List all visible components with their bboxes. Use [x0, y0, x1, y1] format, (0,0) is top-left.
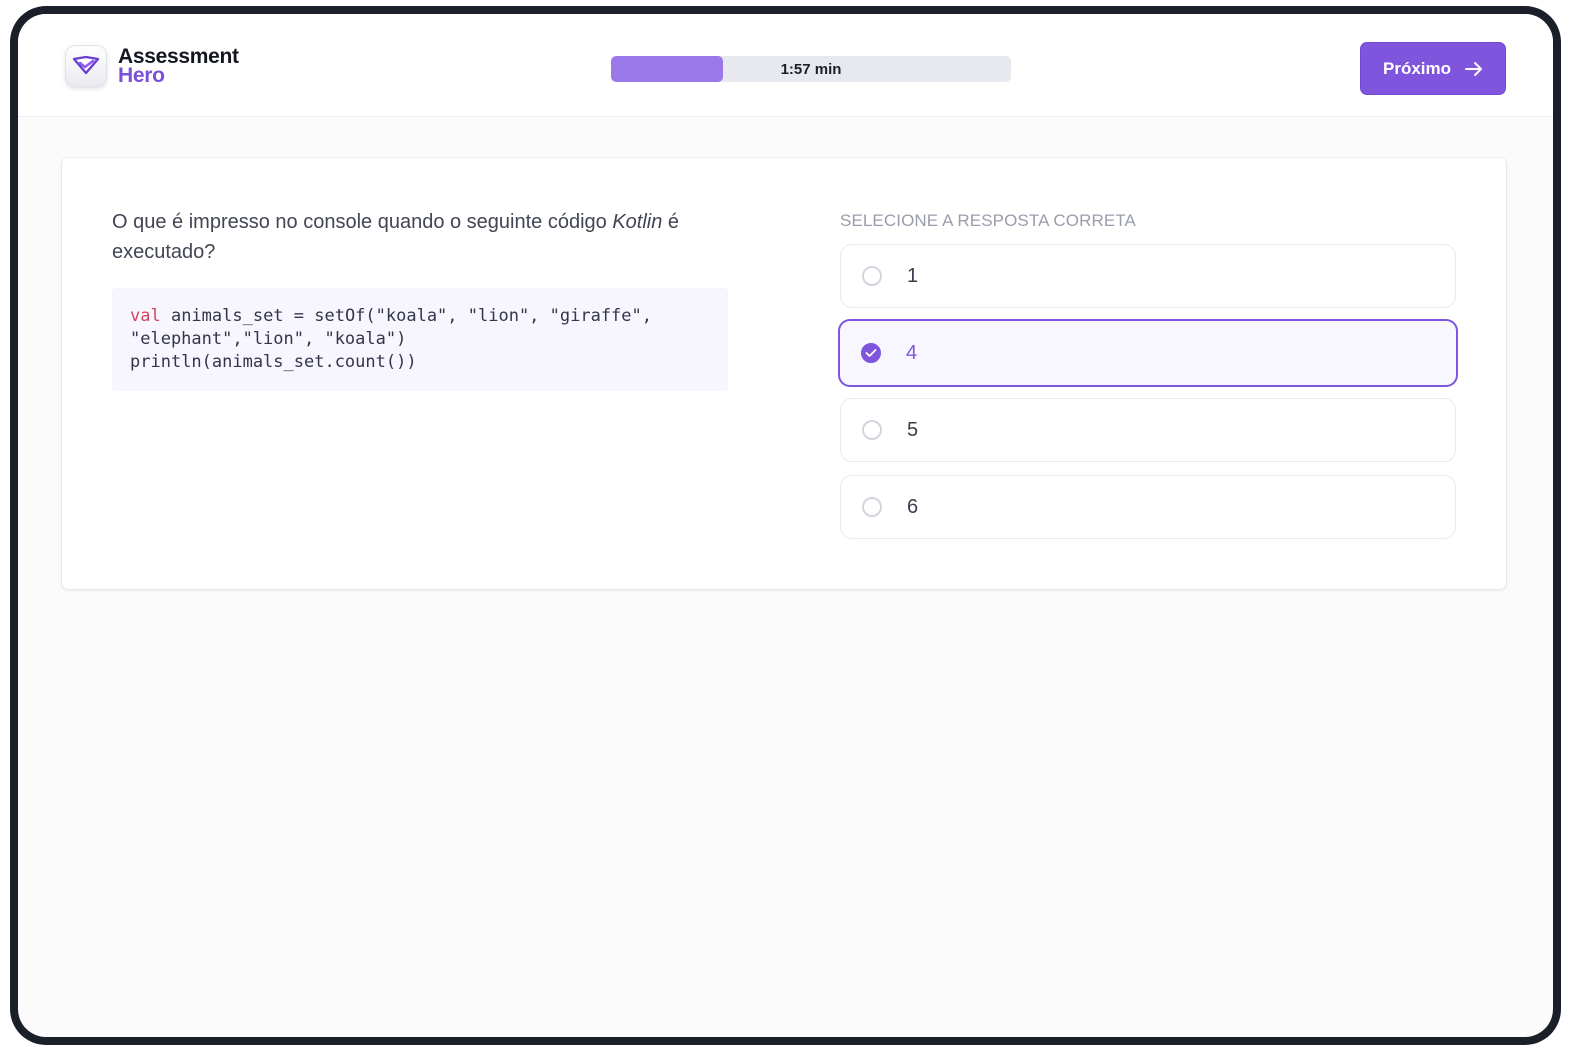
next-button[interactable]: Próximo — [1360, 42, 1506, 95]
device-frame: Assessment Hero 1:57 min Próximo O que é… — [10, 6, 1561, 1045]
answer-option-label: 5 — [907, 418, 919, 441]
arrow-right-icon — [1465, 61, 1483, 76]
question-card: O que é impresso no console quando o seg… — [62, 158, 1506, 589]
answer-option-4[interactable]: 6 — [840, 475, 1456, 539]
answer-option-2[interactable]: 4 — [838, 319, 1458, 387]
radio-unchecked-icon[interactable] — [862, 420, 882, 440]
code-block: val animals_set = setOf("koala", "lion",… — [112, 288, 728, 391]
logo: Assessment Hero — [65, 45, 239, 87]
radio-unchecked-icon[interactable] — [862, 497, 882, 517]
question-language: Kotlin — [612, 211, 663, 233]
logo-text: Assessment Hero — [118, 46, 239, 87]
radio-checked-icon[interactable] — [861, 343, 881, 363]
timer-progress-bar: 1:57 min — [611, 56, 1011, 82]
answer-option-label: 6 — [907, 495, 919, 518]
logo-shield-icon — [65, 45, 107, 87]
radio-unchecked-icon[interactable] — [862, 266, 882, 286]
checkmark-icon — [865, 349, 877, 357]
screen: Assessment Hero 1:57 min Próximo O que é… — [18, 14, 1553, 1037]
answer-option-3[interactable]: 5 — [840, 398, 1456, 462]
timer-text: 1:57 min — [780, 60, 842, 78]
answer-option-1[interactable]: 1 — [840, 244, 1456, 308]
code-body: animals_set = setOf("koala", "lion", "gi… — [130, 306, 652, 372]
logo-name-line2: Hero — [118, 64, 165, 87]
header: Assessment Hero 1:57 min Próximo — [18, 14, 1553, 117]
answer-option-label: 1 — [907, 264, 919, 287]
answers-label: SELECIONE A RESPOSTA CORRETA — [840, 211, 1136, 230]
next-button-label: Próximo — [1382, 58, 1452, 78]
code-keyword: val — [130, 306, 161, 326]
answer-option-label: 4 — [906, 341, 918, 364]
question-text-before: O que é impresso no console quando o seg… — [112, 211, 613, 233]
question-text: O que é impresso no console quando o seg… — [112, 207, 732, 267]
